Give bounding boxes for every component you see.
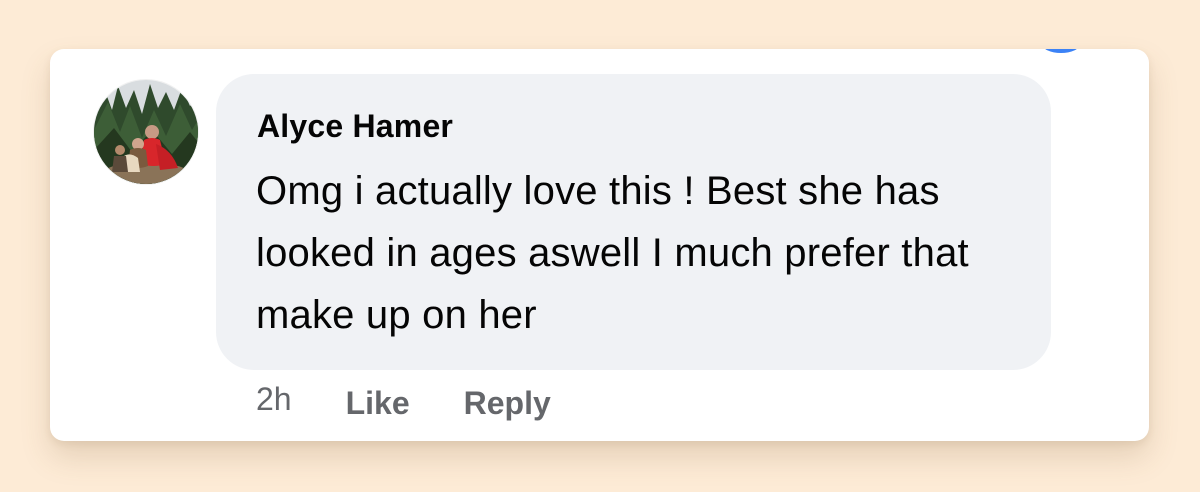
like-button[interactable]: Like [346, 385, 410, 422]
comment-card: Alyce Hamer Omg i actually love this ! B… [50, 49, 1149, 441]
comment-actions: 2h Like Reply [256, 375, 605, 423]
avatar[interactable] [94, 80, 198, 184]
comment-timestamp[interactable]: 2h [256, 381, 292, 418]
comment-author[interactable]: Alyce Hamer [257, 108, 453, 145]
reply-button[interactable]: Reply [464, 385, 551, 422]
comment-text: Omg i actually love this ! Best she has … [256, 169, 969, 337]
comment-bubble: Alyce Hamer Omg i actually love this ! B… [216, 74, 1051, 370]
reaction-indicator [1042, 49, 1080, 53]
profile-photo-icon [94, 80, 198, 184]
